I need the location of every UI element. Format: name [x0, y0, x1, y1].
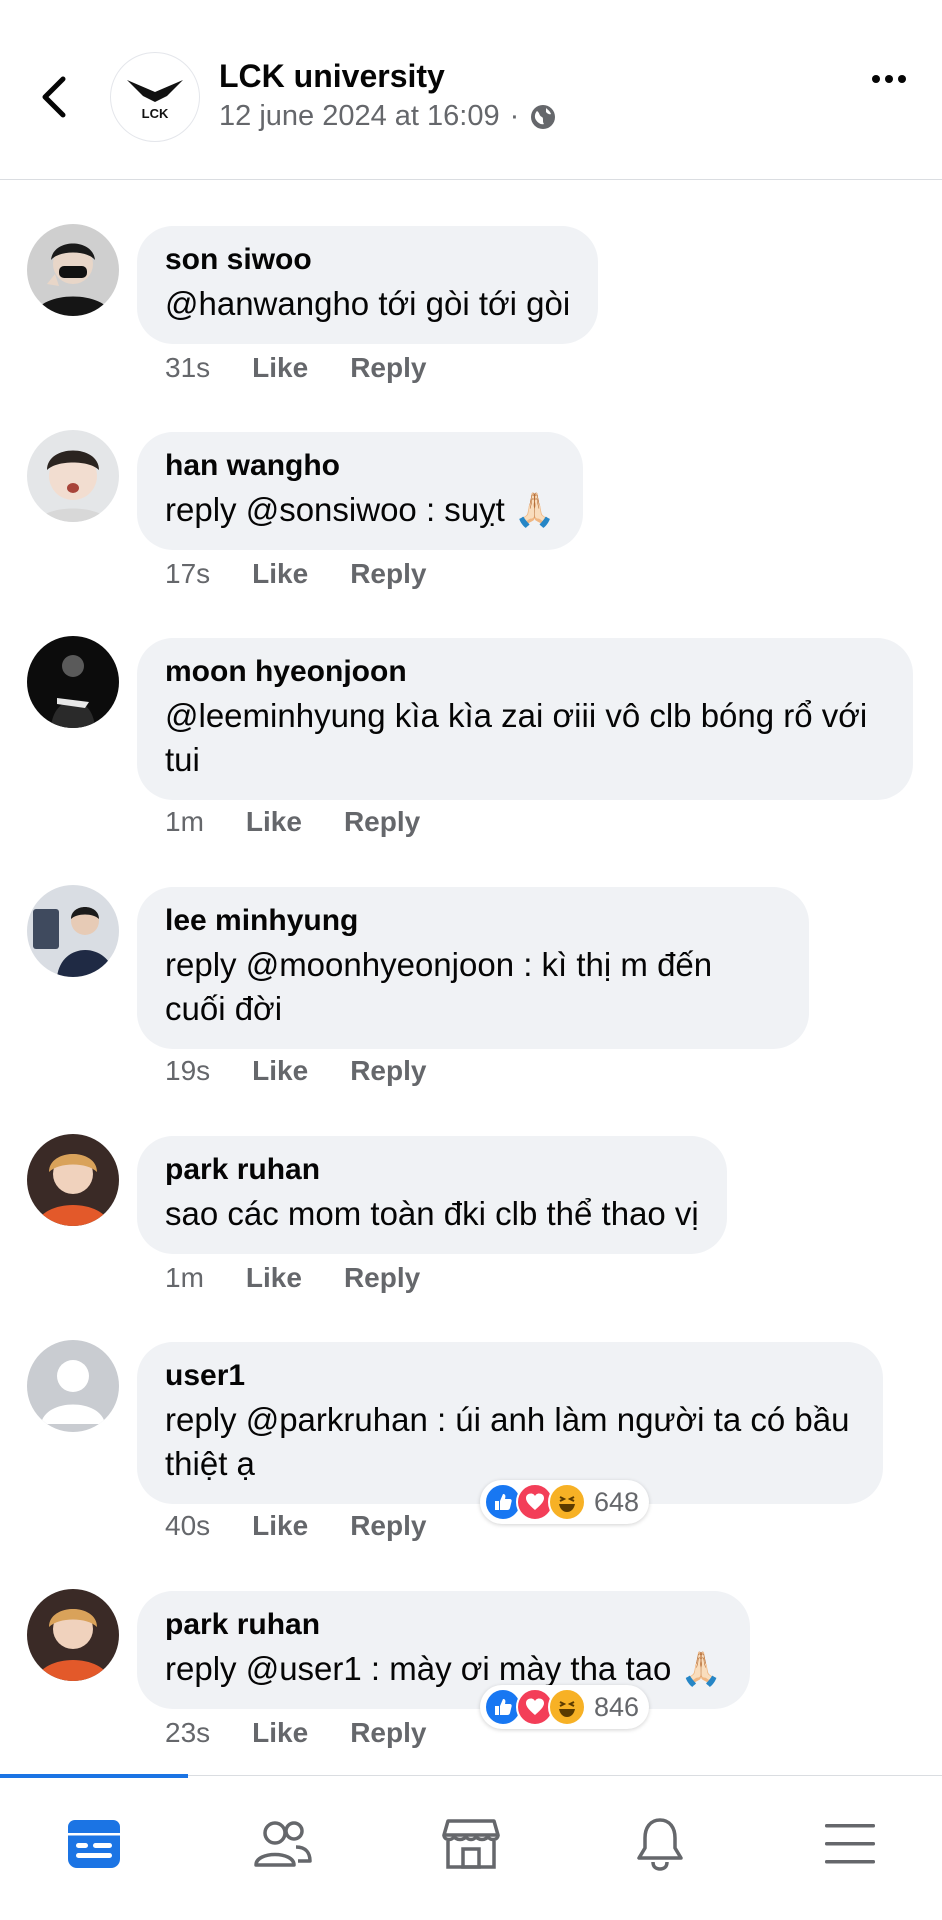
comment-text: reply @user1 : mày ơi mày tha tao 🙏🏻: [165, 1650, 722, 1687]
meta-separator: ·: [509, 100, 520, 132]
reply-button[interactable]: Reply: [350, 1055, 426, 1087]
avatar[interactable]: [27, 224, 119, 316]
chevron-left-icon: [42, 76, 66, 118]
comment-actions: 19s Like Reply: [165, 1055, 426, 1087]
reply-button[interactable]: Reply: [350, 1717, 426, 1749]
comment-text: reply @parkruhan : úi anh làm người ta c…: [165, 1401, 850, 1482]
reaction-summary[interactable]: 648: [480, 1480, 650, 1524]
reaction-count: 648: [594, 1486, 640, 1517]
svg-text:LCK: LCK: [142, 106, 169, 121]
reply-button[interactable]: Reply: [350, 558, 426, 590]
reply-button[interactable]: Reply: [350, 1510, 426, 1542]
comment-text: @hanwangho tới gòi tới gòi: [165, 285, 571, 322]
reaction-summary[interactable]: 846: [480, 1685, 650, 1729]
like-button[interactable]: Like: [246, 806, 302, 838]
comment-text: @leeminhyung kìa kìa zai ơiii vô clb bón…: [165, 697, 868, 778]
reaction-count: 846: [594, 1691, 640, 1722]
reply-button[interactable]: Reply: [344, 806, 420, 838]
comment-time[interactable]: 40s: [165, 1510, 210, 1542]
tab-marketplace[interactable]: [431, 1804, 511, 1884]
more-options-button[interactable]: [864, 64, 914, 94]
dot-icon: [872, 75, 880, 83]
reply-button[interactable]: Reply: [350, 352, 426, 384]
person-icon: [27, 1340, 119, 1432]
comment-actions: 1m Like Reply: [165, 1262, 420, 1294]
comment-bubble[interactable]: lee minhyung reply @moonhyeonjoon : kì t…: [137, 887, 809, 1049]
comment-actions: 31s Like Reply: [165, 352, 426, 384]
comment-text: reply @sonsiwoo : suỵt 🙏🏻: [165, 491, 556, 528]
tab-feed[interactable]: [54, 1804, 134, 1884]
avatar[interactable]: [27, 636, 119, 728]
like-button[interactable]: Like: [252, 1717, 308, 1749]
comment-bubble[interactable]: han wangho reply @sonsiwoo : suỵt 🙏🏻: [137, 432, 584, 550]
commenter-name[interactable]: park ruhan: [165, 1607, 722, 1643]
commenter-name[interactable]: user1: [165, 1358, 855, 1394]
active-tab-indicator: [0, 1774, 188, 1778]
commenter-name[interactable]: park ruhan: [165, 1152, 699, 1188]
comment-time[interactable]: 23s: [165, 1717, 210, 1749]
comment-actions: 17s Like Reply: [165, 558, 426, 590]
commenter-name[interactable]: lee minhyung: [165, 903, 781, 939]
bell-icon: [637, 1818, 683, 1871]
dot-icon: [885, 75, 893, 83]
comment-time[interactable]: 19s: [165, 1055, 210, 1087]
lck-logo: LCK: [127, 80, 183, 121]
post-header: LCK LCK university 12 june 2024 at 16:09…: [0, 0, 942, 180]
comment-actions: 23s Like Reply: [165, 1717, 426, 1749]
comment-bubble[interactable]: park ruhan sao các mom toàn đki clb thể …: [137, 1136, 727, 1254]
friends-icon: [254, 1821, 312, 1867]
commenter-name[interactable]: moon hyeonjoon: [165, 654, 885, 690]
like-button[interactable]: Like: [246, 1262, 302, 1294]
comment-actions: 1m Like Reply: [165, 806, 420, 838]
comment-time[interactable]: 1m: [165, 1262, 204, 1294]
default-avatar[interactable]: [27, 1340, 119, 1432]
commenter-name[interactable]: han wangho: [165, 448, 555, 484]
avatar[interactable]: [27, 1589, 119, 1681]
page-avatar[interactable]: LCK: [110, 52, 200, 142]
avatar[interactable]: [27, 1134, 119, 1226]
haha-reaction-icon: [548, 1483, 586, 1521]
comment-text: reply @moonhyeonjoon : kì thị m đến cuối…: [165, 946, 713, 1027]
marketplace-icon: [442, 1819, 500, 1869]
like-button[interactable]: Like: [252, 1055, 308, 1087]
comment-time[interactable]: 1m: [165, 806, 204, 838]
globe-icon: [531, 104, 556, 129]
haha-reaction-icon: [548, 1688, 586, 1726]
comment-time[interactable]: 17s: [165, 558, 210, 590]
comment-time[interactable]: 31s: [165, 352, 210, 384]
post-meta: 12 june 2024 at 16:09 ·: [219, 100, 557, 133]
tab-menu[interactable]: [810, 1804, 890, 1884]
dot-icon: [898, 75, 906, 83]
like-button[interactable]: Like: [252, 558, 308, 590]
menu-icon: [825, 1824, 875, 1864]
avatar[interactable]: [27, 430, 119, 522]
like-button[interactable]: Like: [252, 1510, 308, 1542]
comment-bubble[interactable]: park ruhan reply @user1 : mày ơi mày tha…: [137, 1591, 750, 1709]
reply-button[interactable]: Reply: [344, 1262, 420, 1294]
page-name[interactable]: LCK university: [219, 58, 445, 95]
tab-friends[interactable]: [243, 1804, 323, 1884]
commenter-name[interactable]: son siwoo: [165, 242, 570, 278]
avatar[interactable]: [27, 885, 119, 977]
post-date: 12 june 2024 at 16:09: [219, 100, 500, 132]
feed-icon: [68, 1820, 120, 1868]
comment-text: sao các mom toàn đki clb thể thao vị: [165, 1195, 699, 1232]
bottom-navigation: [0, 1774, 942, 1920]
back-button[interactable]: [34, 72, 74, 122]
like-button[interactable]: Like: [252, 352, 308, 384]
comment-actions: 40s Like Reply: [165, 1510, 426, 1542]
comment-bubble[interactable]: moon hyeonjoon @leeminhyung kìa kìa zai …: [137, 638, 913, 800]
comment-bubble[interactable]: son siwoo @hanwangho tới gòi tới gòi: [137, 226, 599, 344]
tab-notifications[interactable]: [620, 1804, 700, 1884]
